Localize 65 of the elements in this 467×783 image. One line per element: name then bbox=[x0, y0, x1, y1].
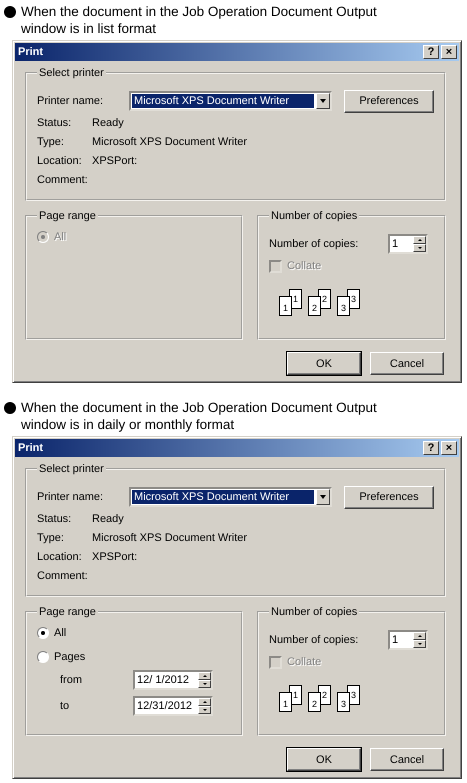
radio-label: All bbox=[54, 627, 66, 639]
group-label: Select printer bbox=[38, 463, 105, 475]
window-title: Print bbox=[18, 442, 44, 454]
copies-field[interactable]: 1 bbox=[388, 234, 428, 254]
info-label: Comment: bbox=[37, 570, 89, 582]
preferences-button[interactable]: Preferences bbox=[344, 90, 434, 112]
cancel-button[interactable]: Cancel bbox=[370, 748, 444, 771]
group-label: Page range bbox=[38, 606, 97, 618]
checkbox-label: Collate bbox=[287, 656, 322, 668]
printer-dropdown[interactable]: Microsoft XPS Document Writer bbox=[129, 487, 332, 507]
date-field[interactable]: 12/ 1/2012 bbox=[133, 670, 213, 690]
group-label: Page range bbox=[38, 210, 97, 222]
range-label: to bbox=[59, 700, 70, 712]
collate-drawing: 1 1 2 2 3 3 bbox=[279, 289, 379, 317]
info-label: Location: bbox=[37, 550, 83, 562]
spin-up-button[interactable] bbox=[413, 236, 426, 244]
printer-dropdown[interactable]: Microsoft XPS Document Writer bbox=[129, 91, 332, 111]
spin-up-button[interactable] bbox=[198, 672, 211, 680]
info-label: Status: bbox=[37, 512, 72, 524]
radio-label: All bbox=[54, 231, 66, 243]
bullet-icon bbox=[4, 402, 16, 414]
printer-name-label: Printer name: bbox=[37, 491, 104, 503]
help-button[interactable]: ? bbox=[423, 441, 439, 455]
radio-button[interactable] bbox=[37, 627, 49, 639]
bullet-icon bbox=[4, 6, 16, 18]
preferences-button[interactable]: Preferences bbox=[344, 486, 434, 508]
info-value: Microsoft XPS Document Writer bbox=[92, 532, 248, 544]
window-title: Print bbox=[18, 46, 44, 58]
info-label: Comment: bbox=[37, 174, 89, 186]
close-button[interactable]: × bbox=[441, 441, 457, 455]
caption-text: When the document in the Job Operation Document Output window is in daily or monthly format bbox=[21, 399, 378, 433]
caption-text: When the document in the Job Operation Document Output window is in list format bbox=[21, 3, 378, 37]
info-value: Ready bbox=[92, 512, 124, 524]
group-label: Number of copies bbox=[270, 606, 358, 618]
group-label: Select printer bbox=[38, 67, 105, 79]
cancel-button[interactable]: Cancel bbox=[370, 352, 444, 375]
range-label: from bbox=[59, 674, 83, 686]
radio-label: Pages bbox=[54, 651, 86, 663]
info-value: XPSPort: bbox=[92, 550, 138, 562]
ok-button[interactable]: OK bbox=[287, 748, 361, 771]
checkbox-label: Collate bbox=[287, 260, 322, 272]
copies-label: Number of copies: bbox=[269, 634, 358, 646]
info-value: XPSPort: bbox=[92, 154, 138, 166]
group-label: Number of copies bbox=[270, 210, 358, 222]
info-label: Location: bbox=[37, 154, 83, 166]
ok-button[interactable]: OK bbox=[287, 352, 361, 375]
printer-name-label: Printer name: bbox=[37, 95, 104, 107]
date-field[interactable]: 12/31/2012 bbox=[133, 696, 213, 716]
spin-down-button[interactable] bbox=[413, 244, 426, 252]
spin-down-button[interactable] bbox=[198, 706, 211, 714]
spin-up-button[interactable] bbox=[198, 698, 211, 706]
info-label: Type: bbox=[37, 532, 65, 544]
copies-label: Number of copies: bbox=[269, 238, 358, 250]
collate-drawing: 1 1 2 2 3 3 bbox=[279, 685, 379, 713]
help-button[interactable]: ? bbox=[423, 45, 439, 59]
info-value: Microsoft XPS Document Writer bbox=[92, 136, 248, 148]
info-label: Type: bbox=[37, 136, 65, 148]
info-label: Status: bbox=[37, 116, 72, 128]
close-button[interactable]: × bbox=[441, 45, 457, 59]
info-value: Ready bbox=[92, 116, 124, 128]
spin-down-button[interactable] bbox=[198, 680, 211, 688]
spin-up-button[interactable] bbox=[413, 632, 426, 640]
radio-button[interactable] bbox=[37, 651, 49, 663]
spin-down-button[interactable] bbox=[413, 640, 426, 648]
copies-field[interactable]: 1 bbox=[388, 630, 428, 650]
